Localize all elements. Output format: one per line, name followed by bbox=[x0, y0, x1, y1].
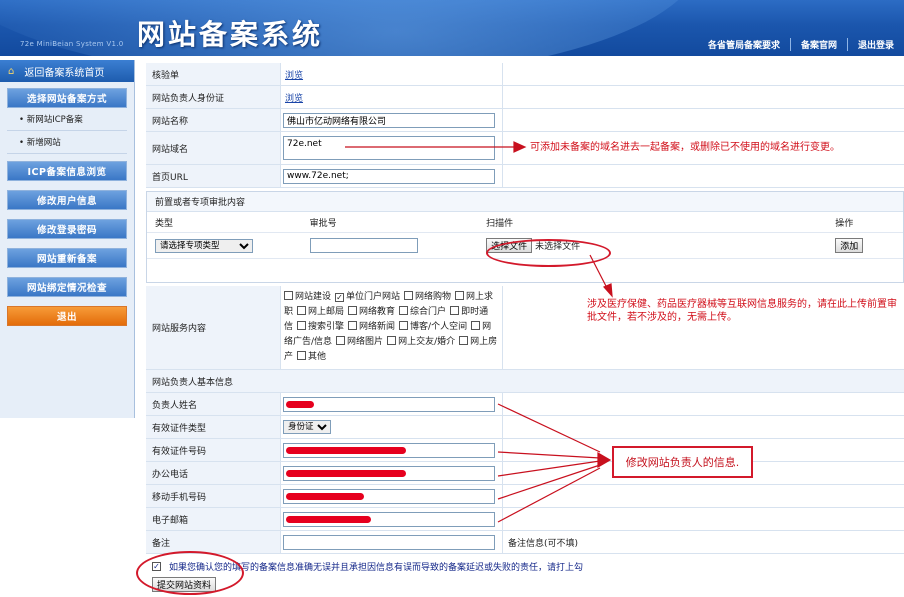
upload-annotation: 涉及医疗保健、药品医疗器械等互联网信息服务的，请在此上传前置审批文件，若不涉及的… bbox=[587, 299, 897, 323]
confirm-highlight-circle bbox=[136, 551, 244, 595]
domain-annotation: 可添加未备案的域名进去一起备案，或删除已不使用的域名进行变更。 bbox=[530, 142, 840, 153]
owner-annotation: 修改网站负责人的信息. bbox=[612, 446, 753, 478]
upload-highlight-circle bbox=[486, 239, 611, 267]
